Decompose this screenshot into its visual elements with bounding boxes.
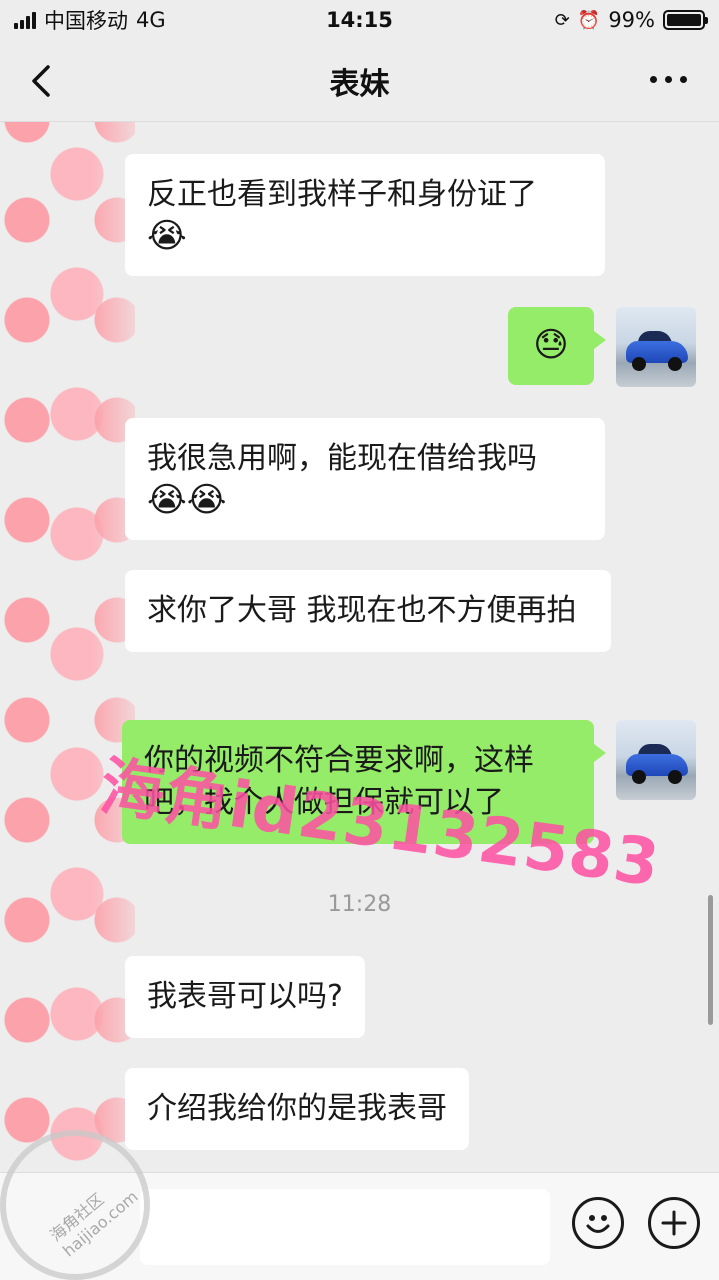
carrier-label: 中国移动 (44, 9, 128, 33)
more-dots-icon[interactable] (650, 76, 687, 83)
avatar-self[interactable] (616, 720, 696, 800)
alarm-icon: ⏰ (577, 9, 601, 31)
battery-fill (667, 14, 701, 26)
message-received[interactable]: 求你了大哥 我现在也不方便再拍 (125, 570, 611, 652)
chat-area[interactable]: 反正也看到我样子和身份证了 😭 😓 我很急用啊，能现在借给我吗 😭😭 求你了大哥… (0, 122, 719, 1172)
back-button[interactable] (28, 64, 58, 98)
crying-emoji: 😭😭 (147, 480, 227, 520)
message-sent[interactable]: 你的视频不符合要求啊，这样吧，找个人做担保就可以了 (122, 720, 606, 844)
message-received[interactable]: 我很急用啊，能现在借给我吗 😭😭 (125, 418, 605, 540)
message-text: 我很急用啊，能现在借给我吗 (147, 441, 537, 476)
message-received[interactable]: 反正也看到我样子和身份证了 😭 (125, 154, 605, 276)
message-text: 求你了大哥 我现在也不方便再拍 (147, 593, 577, 628)
status-right: ⟳ ⏰ 99% (554, 8, 708, 32)
status-left: 中国移动 4G (14, 5, 166, 35)
message-text: 介绍我给你的是我表哥 (147, 1091, 447, 1126)
avatar-self[interactable] (616, 307, 696, 387)
chat-title: 表妹 (329, 66, 390, 102)
message-bubble[interactable]: 你的视频不符合要求啊，这样吧，找个人做担保就可以了 (122, 720, 606, 844)
message-bubble[interactable]: 😓 (508, 307, 606, 385)
battery-percent: 99% (608, 8, 655, 32)
message-bubble[interactable]: 反正也看到我样子和身份证了 😭 (125, 154, 605, 276)
chevron-left-icon (32, 65, 50, 97)
message-received[interactable]: 介绍我给你的是我表哥 (125, 1068, 469, 1150)
smiley-icon (586, 1215, 610, 1233)
message-timestamp: 11:28 (327, 892, 392, 917)
message-bubble[interactable]: 介绍我给你的是我表哥 (125, 1068, 469, 1150)
emoji-button[interactable] (572, 1197, 624, 1249)
message-sent[interactable]: 😓 (508, 307, 606, 385)
plus-circle-icon (661, 1210, 687, 1236)
network-label: 4G (136, 8, 166, 32)
message-received[interactable]: 我表哥可以吗? (125, 956, 365, 1038)
rotation-lock-icon: ⟳ (554, 9, 570, 31)
status-bar: 中国移动 4G 14:15 ⟳ ⏰ 99% (0, 0, 719, 40)
battery-icon (663, 10, 708, 30)
message-bubble[interactable]: 我很急用啊，能现在借给我吗 😭😭 (125, 418, 605, 540)
crying-emoji: 😭 (147, 216, 187, 256)
message-bubble[interactable]: 求你了大哥 我现在也不方便再拍 (125, 570, 611, 652)
chat-header: 表妹 (0, 40, 719, 122)
input-bar (0, 1172, 719, 1280)
message-text: 我表哥可以吗? (147, 979, 343, 1014)
scrollbar[interactable] (708, 895, 713, 1025)
message-text: 反正也看到我样子和身份证了 (147, 177, 537, 212)
sweat-emoji: 😓 (533, 325, 569, 365)
plus-button[interactable] (648, 1197, 700, 1249)
message-input[interactable] (140, 1189, 550, 1265)
message-bubble[interactable]: 我表哥可以吗? (125, 956, 365, 1038)
signal-icon (14, 11, 36, 29)
message-text: 你的视频不符合要求啊，这样吧，找个人做担保就可以了 (144, 743, 534, 820)
